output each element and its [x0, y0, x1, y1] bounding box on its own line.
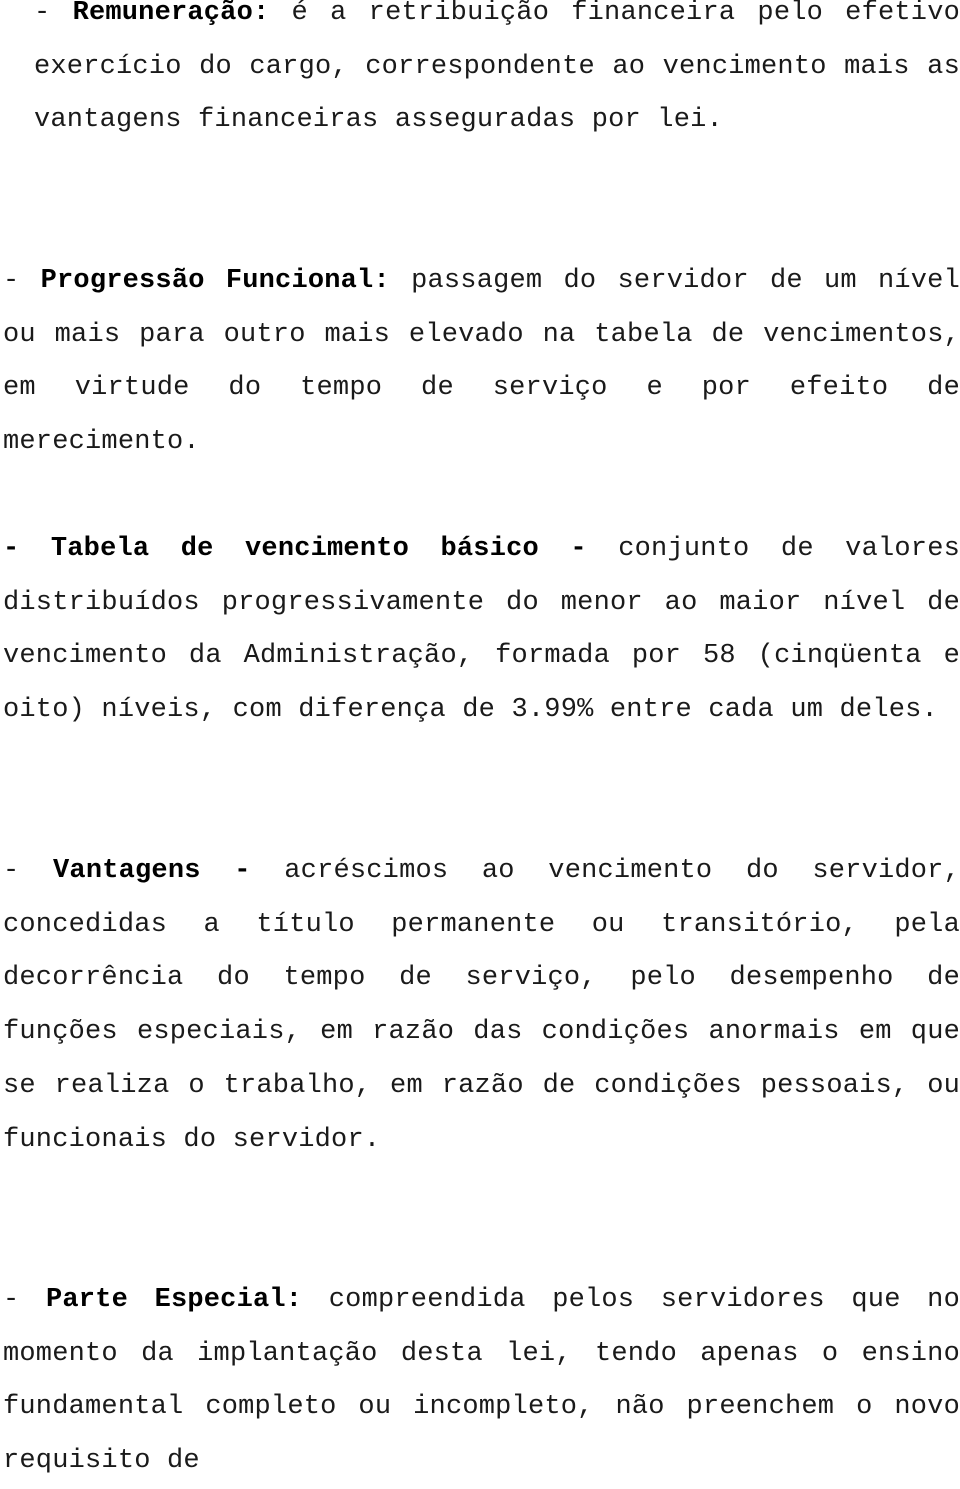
definition-remuneracao: - Remuneração: é a retribuição financeir… [34, 0, 960, 148]
term-parte-especial: Parte Especial: [45, 1285, 303, 1315]
definition-parte-especial: - Parte Especial: compreendida pelos ser… [3, 1274, 960, 1489]
definition-text: acréscimos ao vencimento do servidor, co… [3, 856, 960, 1155]
definition-vantagens: - Vantagens - acréscimos ao vencimento d… [3, 845, 960, 1167]
definition-tabela-vencimento: - Tabela de vencimento básico - conjunto… [3, 523, 960, 738]
bullet-dash: - [3, 1285, 46, 1315]
bullet-dash: - [3, 266, 41, 296]
definition-progressao-funcional: - Progressão Funcional: passagem do serv… [3, 255, 960, 470]
bullet-dash: - [3, 534, 51, 564]
term-vantagens: Vantagens - [53, 856, 251, 886]
term-remuneracao: Remuneração: [72, 0, 270, 28]
term-progressao-funcional: Progressão Funcional: [40, 266, 390, 296]
bullet-dash: - [3, 856, 54, 886]
term-tabela-vencimento: Tabela de vencimento básico - [50, 534, 587, 564]
bullet-dash: - [34, 0, 73, 28]
